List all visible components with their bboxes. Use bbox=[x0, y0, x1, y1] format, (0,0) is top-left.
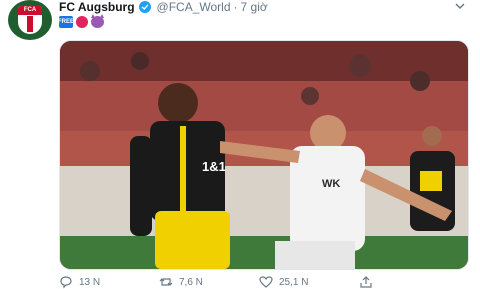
chevron-down-icon[interactable] bbox=[454, 0, 466, 12]
tweet-timestamp[interactable]: 7 giờ bbox=[241, 0, 268, 14]
like-count: 25,1 N bbox=[279, 276, 309, 288]
author-handle[interactable]: @FCA_World bbox=[157, 0, 231, 14]
tweet-actions: 13 N 7,6 N 25,1 N bbox=[59, 276, 459, 289]
like-button[interactable]: 25,1 N bbox=[259, 276, 359, 288]
sponsor-right: WK bbox=[322, 178, 340, 190]
tweet-header: FC Augsburg @FCA_World · 7 giờ bbox=[59, 0, 268, 14]
devil-icon bbox=[91, 14, 104, 28]
free-icon: FREE bbox=[58, 16, 74, 28]
verified-badge-icon bbox=[138, 1, 151, 13]
reply-icon bbox=[60, 276, 72, 289]
profile-avatar[interactable]: FCA bbox=[8, 0, 52, 40]
author-name[interactable]: FC Augsburg bbox=[59, 0, 135, 14]
share-icon bbox=[360, 276, 372, 288]
separator-dot: · bbox=[233, 0, 238, 14]
tweet-text-emojis: FREE bbox=[58, 14, 104, 28]
red-circle-icon bbox=[76, 16, 88, 28]
tweet-photo[interactable]: 1&1 WK bbox=[59, 40, 469, 270]
retweet-count: 7,6 N bbox=[179, 276, 203, 288]
fca-crest-icon: FCA bbox=[18, 6, 42, 34]
reply-count: 13 N bbox=[79, 276, 101, 288]
retweet-icon bbox=[159, 278, 173, 286]
heart-icon bbox=[259, 276, 273, 288]
retweet-button[interactable]: 7,6 N bbox=[159, 276, 259, 288]
share-button[interactable] bbox=[359, 276, 459, 288]
sponsor-left: 1&1 bbox=[202, 159, 226, 174]
reply-button[interactable]: 13 N bbox=[59, 276, 159, 289]
